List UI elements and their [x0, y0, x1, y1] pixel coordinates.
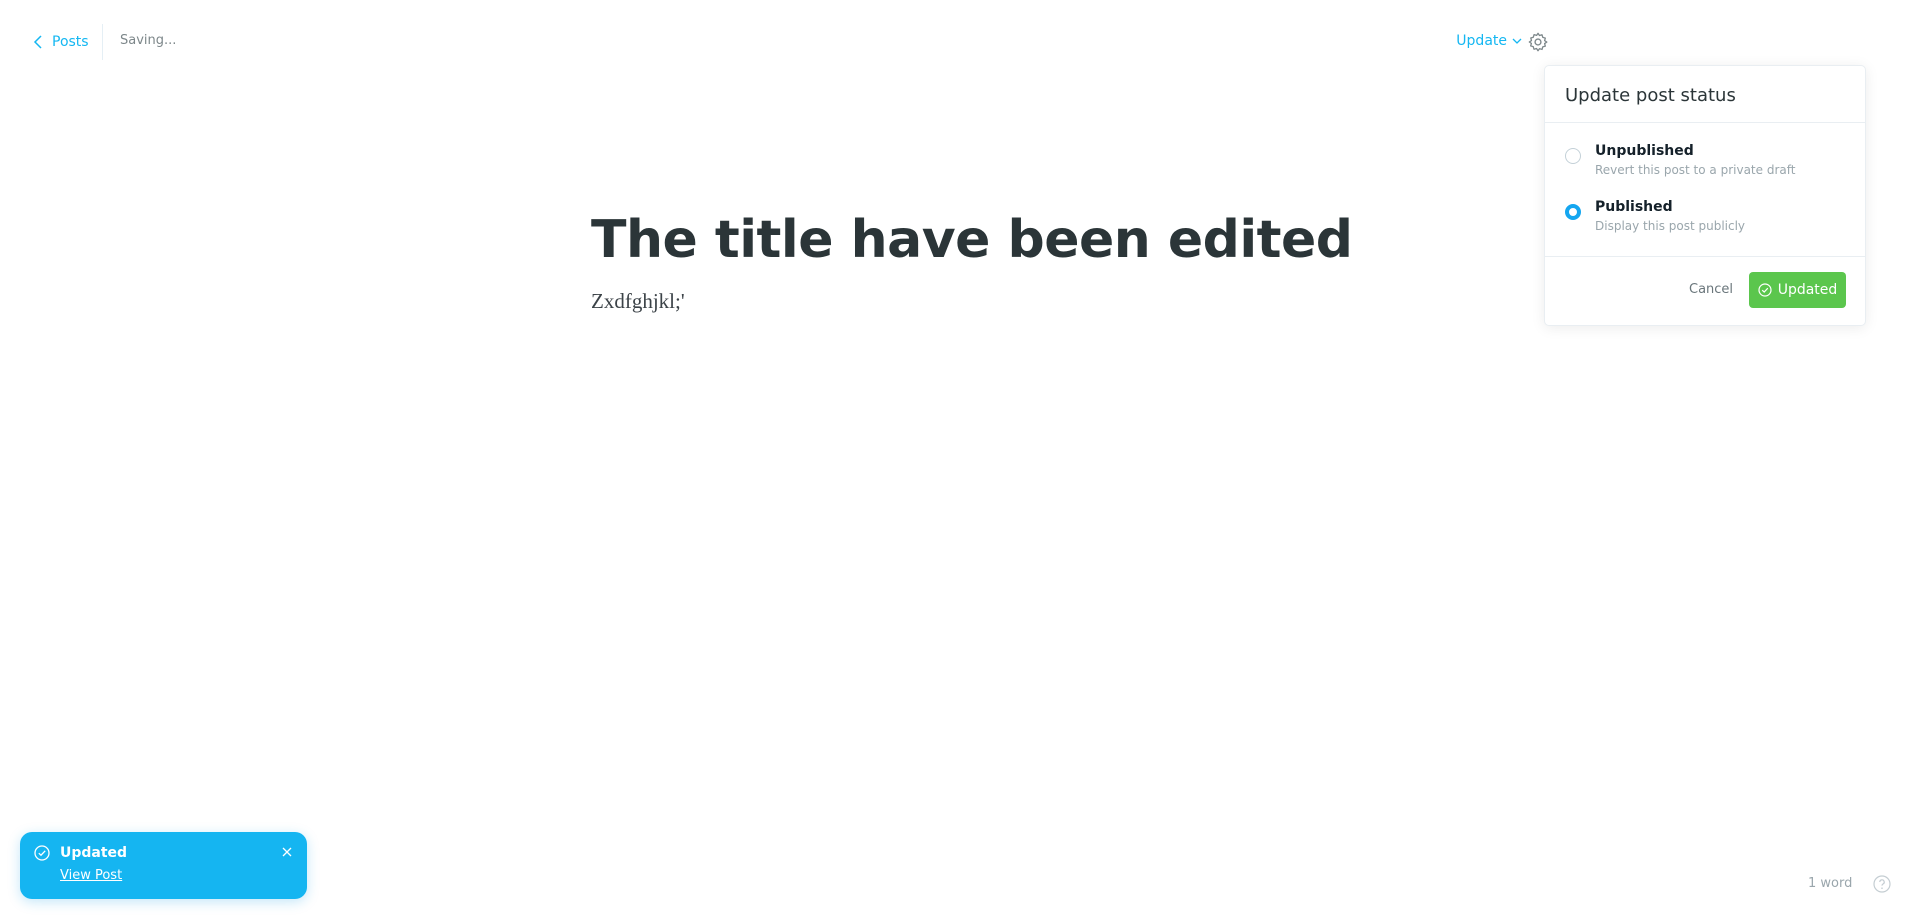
updated-button-label: Updated — [1777, 282, 1838, 298]
popover-divider — [1545, 256, 1865, 257]
post-title-input[interactable]: The title have been edited — [591, 207, 1491, 273]
cancel-button[interactable]: Cancel — [1689, 282, 1733, 297]
option-description: Revert this post to a private draft — [1595, 163, 1796, 177]
help-icon[interactable] — [1873, 875, 1891, 893]
popover-divider — [1545, 122, 1865, 123]
post-editor: The title have been edited Zxdfghjkl;' — [591, 207, 1491, 314]
option-label: Unpublished — [1595, 143, 1694, 159]
notification-toast: Updated View Post — [20, 832, 307, 899]
update-status-popover: Update post status Unpublished Revert th… — [1544, 65, 1866, 326]
gear-icon[interactable] — [1527, 31, 1549, 53]
radio-unpublished[interactable] — [1565, 148, 1581, 164]
radio-published[interactable] — [1565, 204, 1581, 220]
option-description: Display this post publicly — [1595, 219, 1746, 233]
option-label: Published — [1595, 199, 1673, 215]
check-circle-icon — [1758, 283, 1772, 297]
check-circle-icon — [34, 845, 50, 861]
close-icon[interactable] — [282, 847, 292, 857]
word-count: 1 word — [1808, 876, 1853, 891]
back-link-label: Posts — [52, 34, 89, 50]
back-to-posts-link[interactable]: Posts — [33, 30, 89, 54]
popover-title: Update post status — [1565, 85, 1736, 106]
update-label: Update — [1456, 33, 1507, 49]
chevron-left-icon — [33, 35, 42, 49]
header-divider — [102, 24, 103, 60]
chevron-down-icon — [1512, 38, 1522, 44]
post-body-editor[interactable]: Zxdfghjkl;' — [591, 289, 1491, 314]
updated-button[interactable]: Updated — [1749, 272, 1846, 308]
toast-title: Updated — [60, 845, 128, 861]
update-dropdown-button[interactable]: Update — [1456, 33, 1522, 49]
save-status-text: Saving... — [120, 33, 177, 48]
view-post-link[interactable]: View Post — [60, 868, 122, 883]
